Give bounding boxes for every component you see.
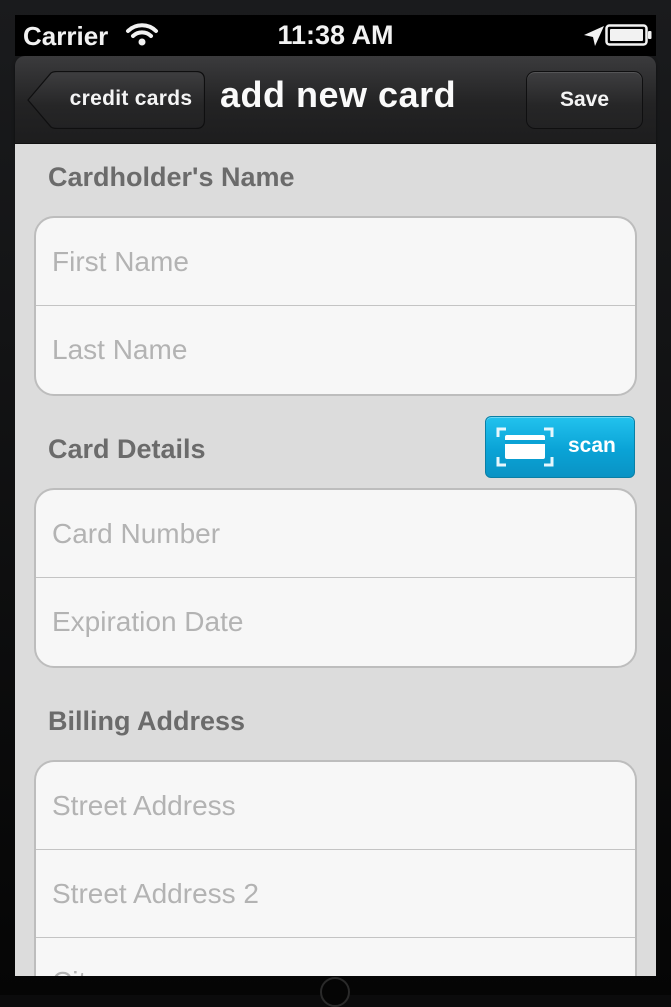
billing-section-title: Billing Address bbox=[48, 706, 246, 736]
back-button-label: credit cards bbox=[69, 87, 193, 110]
save-button[interactable]: Save bbox=[526, 71, 643, 129]
scan-card-button[interactable]: scan bbox=[485, 416, 635, 478]
status-bar: Carrier 11:38 AM bbox=[15, 15, 656, 56]
first-name-field[interactable] bbox=[36, 218, 635, 305]
street-address-2-row bbox=[36, 850, 635, 938]
form-content[interactable]: Cardholder's Name Card Details scan bbox=[15, 144, 656, 976]
city-field[interactable] bbox=[36, 938, 635, 976]
navigation-bar: credit cards add new card Save bbox=[15, 56, 656, 144]
card-details-group bbox=[34, 488, 637, 668]
page-title: add new card bbox=[220, 74, 457, 115]
last-name-row bbox=[36, 306, 635, 394]
expiration-date-field[interactable] bbox=[36, 578, 635, 666]
last-name-field[interactable] bbox=[36, 306, 635, 394]
expiration-date-row bbox=[36, 578, 635, 666]
cardholder-section-title: Cardholder's Name bbox=[48, 162, 295, 192]
card-number-field[interactable] bbox=[36, 490, 635, 577]
home-button[interactable] bbox=[320, 977, 350, 1007]
street-address-row bbox=[36, 762, 635, 850]
card-scan-icon bbox=[496, 427, 554, 467]
cardholder-group bbox=[34, 216, 637, 396]
first-name-row bbox=[36, 218, 635, 306]
location-icon bbox=[584, 26, 604, 46]
device-frame: Carrier 11:38 AM credit cards add new ca… bbox=[0, 0, 671, 1007]
street-address-field[interactable] bbox=[36, 762, 635, 849]
battery-icon bbox=[605, 24, 652, 46]
card-number-row bbox=[36, 490, 635, 578]
scan-button-label: scan bbox=[568, 434, 616, 457]
street-address-2-field[interactable] bbox=[36, 850, 635, 937]
billing-group bbox=[34, 760, 637, 976]
clock: 11:38 AM bbox=[277, 20, 394, 50]
back-button[interactable]: credit cards bbox=[27, 71, 205, 129]
card-details-section-title: Card Details bbox=[48, 434, 206, 464]
city-row bbox=[36, 938, 635, 976]
